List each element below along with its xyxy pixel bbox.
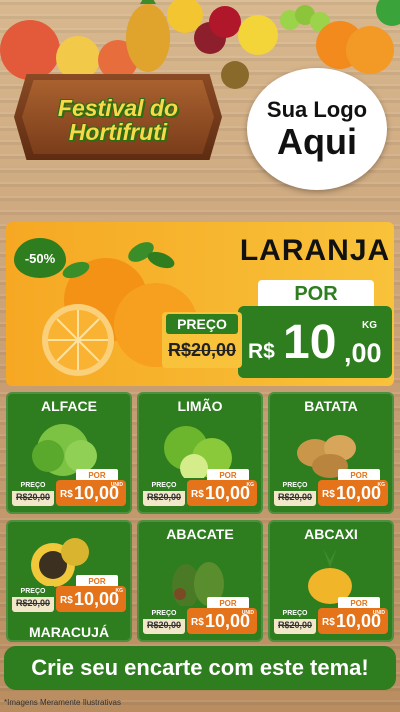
product-old-price-box: PREÇO R$20,00 — [143, 608, 185, 634]
product-price-box: R$ 10,00 UNID — [318, 608, 388, 634]
product-name: BATATA — [304, 398, 358, 414]
hero-price-decimals: ,00 — [344, 338, 382, 368]
product-price-unit: UNID — [241, 610, 254, 616]
product-price: 10,00 — [74, 589, 120, 609]
cta-banner[interactable]: Crie seu encarte com este tema! — [4, 646, 396, 690]
product-price: 10,00 — [205, 483, 251, 503]
product-old-price-label: PREÇO — [143, 480, 185, 491]
festival-title: Festival do Hortifruti — [22, 96, 214, 144]
product-old-price: R$20,00 — [15, 492, 51, 502]
product-old-price-label: PREÇO — [12, 480, 54, 491]
hero-por-label: POR — [258, 280, 374, 308]
product-price-unit: UNID — [372, 610, 385, 616]
product-price-unit: KG — [115, 588, 124, 594]
product-price-box: R$ 10,00 UNID — [56, 480, 126, 506]
hero-price-integer: 10 — [283, 316, 337, 369]
product-name: ABCAXI — [304, 526, 358, 542]
logo-placeholder[interactable]: Sua Logo Aqui — [247, 68, 387, 190]
product-old-price: R$20,00 — [15, 598, 51, 608]
product-old-price: R$20,00 — [277, 492, 313, 502]
product-old-price-box: PREÇO R$20,00 — [12, 480, 54, 506]
product-price-box: R$ 10,00 UNID — [187, 608, 257, 634]
product-old-price-label: PREÇO — [12, 586, 54, 597]
product-price-box: R$ 10,00 KG — [187, 480, 257, 506]
product-old-price: R$20,00 — [146, 492, 182, 502]
product-name: LIMÃO — [177, 398, 223, 414]
product-old-price: R$20,00 — [277, 620, 313, 630]
product-name: ABACATE — [166, 526, 234, 542]
product-price-box: R$ 10,00 KG — [318, 480, 388, 506]
product-price: 10,00 — [336, 483, 382, 503]
hero-price-currency: R$ — [248, 340, 275, 363]
product-old-price-label: PREÇO — [143, 608, 185, 619]
hero-product-name: LARANJA — [239, 234, 391, 267]
product-price-currency: R$ — [60, 489, 73, 500]
product-price-box: R$ 10,00 KG — [56, 586, 126, 612]
product-old-price-label: PREÇO — [274, 608, 316, 619]
logo-line1: Sua Logo — [266, 97, 368, 122]
hero-old-price-label: PREÇO — [166, 314, 238, 334]
product-price-currency: R$ — [322, 489, 335, 500]
product-price-currency: R$ — [191, 489, 204, 500]
product-old-price-box: PREÇO R$20,00 — [143, 480, 185, 506]
product-name: ALFACE — [41, 398, 97, 414]
product-old-price: R$20,00 — [146, 620, 182, 630]
discount-badge: -50% — [14, 238, 66, 278]
product-price-currency: R$ — [60, 595, 73, 606]
product-old-price-label: PREÇO — [274, 480, 316, 491]
hero-old-price: R$20,00 — [167, 340, 237, 360]
product-price-currency: R$ — [322, 617, 335, 628]
festival-title-line2: Hortifruti — [68, 119, 168, 145]
hero-price-unit: KG — [362, 320, 377, 331]
product-price-currency: R$ — [191, 617, 204, 628]
product-old-price-box: PREÇO R$20,00 — [12, 586, 54, 612]
logo-line2: Aqui — [277, 121, 357, 162]
product-price-unit: KG — [377, 482, 386, 488]
product-price-unit: KG — [246, 482, 255, 488]
product-old-price-box: PREÇO R$20,00 — [274, 480, 316, 506]
product-price-unit: UNID — [110, 482, 123, 488]
product-name: MARACUJÁ — [28, 624, 110, 640]
festival-title-line1: Festival do — [57, 95, 179, 121]
product-old-price-box: PREÇO R$20,00 — [274, 608, 316, 634]
disclaimer-text: *Imagens Meramente Ilustrativas — [4, 698, 121, 707]
